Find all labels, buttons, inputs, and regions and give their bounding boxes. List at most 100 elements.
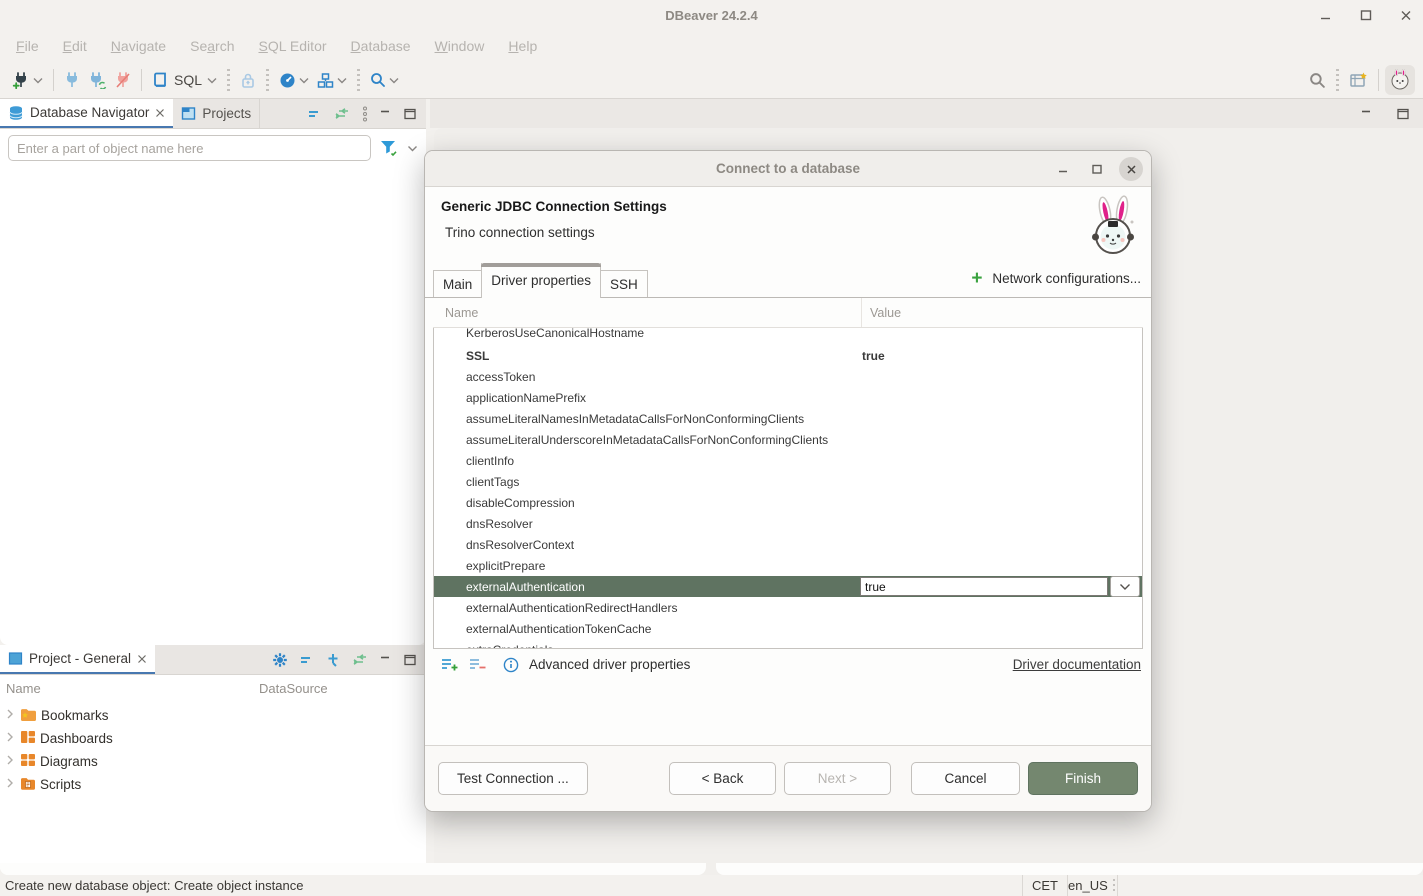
property-row[interactable]: externalAuthentication	[434, 576, 1142, 597]
collapse-all-icon[interactable]	[300, 655, 314, 665]
driver-documentation-link[interactable]: Driver documentation	[1013, 657, 1141, 672]
sql-editor-icon	[152, 71, 169, 89]
expand-all-icon[interactable]	[326, 653, 340, 667]
grip-handle[interactable]	[1112, 878, 1116, 896]
transaction-monitor-button[interactable]	[275, 68, 313, 93]
close-icon[interactable]	[1399, 8, 1413, 22]
network-configurations-button[interactable]: + Network configurations...	[971, 269, 1141, 288]
properties-list: KerberosUseCanonicalHostnameSSLtrue acces…	[433, 328, 1143, 648]
close-tab-icon[interactable]	[155, 108, 165, 118]
menu-help[interactable]: Help	[498, 34, 547, 58]
menu-sql-editor[interactable]: SQL Editor	[249, 34, 337, 58]
dialog-button-bar: Test Connection ... < Back Next > Cancel…	[425, 745, 1151, 811]
filter-funnel-icon[interactable]	[379, 139, 399, 157]
sql-editor-button[interactable]: SQL	[148, 67, 221, 93]
menu-navigate[interactable]: Navigate	[101, 34, 176, 58]
view-menu-icon[interactable]	[362, 106, 368, 122]
value-dropdown-button[interactable]	[1110, 576, 1140, 597]
remove-property-icon[interactable]	[469, 657, 487, 672]
dbeaver-avatar-button[interactable]	[1385, 65, 1415, 95]
search-button[interactable]	[366, 68, 403, 92]
dialog-close-icon[interactable]	[1119, 157, 1143, 181]
finish-button[interactable]: Finish	[1028, 762, 1138, 795]
menu-edit[interactable]: Edit	[53, 34, 97, 58]
quick-search-button[interactable]	[1305, 68, 1330, 93]
menu-search[interactable]: Search	[180, 34, 244, 58]
gear-icon[interactable]	[272, 652, 288, 668]
tree-item-dashboards[interactable]: Dashboards	[0, 727, 426, 750]
tab-label: Project - General	[29, 651, 131, 666]
next-button[interactable]: Next >	[784, 762, 891, 795]
search-icon	[370, 72, 386, 88]
property-row[interactable]: explicitPrepare	[434, 555, 1142, 576]
chevron-down-icon[interactable]	[407, 145, 418, 152]
chevron-right-icon[interactable]	[4, 708, 16, 723]
property-name: accessToken	[434, 370, 860, 384]
database-navigator-panel: Database Navigator Projects	[0, 99, 426, 645]
collapse-all-icon[interactable]	[308, 109, 322, 119]
property-row[interactable]: clientInfo	[434, 450, 1142, 471]
tab-main[interactable]: Main	[433, 270, 482, 298]
object-filter-input[interactable]	[8, 135, 371, 161]
maximize-panel-icon[interactable]	[404, 108, 416, 120]
reconnect-button[interactable]	[84, 68, 111, 93]
property-row[interactable]: applicationNamePrefix	[434, 387, 1142, 408]
connect-button[interactable]	[60, 68, 84, 93]
add-property-icon[interactable]	[441, 657, 459, 672]
tree-item-scripts[interactable]: Scripts	[0, 773, 426, 796]
chevron-right-icon[interactable]	[4, 754, 16, 769]
property-row[interactable]: extraCredentials	[434, 639, 1142, 648]
maximize-icon[interactable]	[1359, 8, 1373, 22]
menu-database[interactable]: Database	[341, 34, 421, 58]
plus-icon: +	[971, 269, 982, 288]
property-row[interactable]: externalAuthenticationTokenCache	[434, 618, 1142, 639]
minimize-icon[interactable]	[1319, 8, 1333, 22]
new-connection-button[interactable]	[8, 67, 47, 93]
menu-file[interactable]: File	[6, 34, 49, 58]
test-connection-button[interactable]: Test Connection ...	[438, 762, 588, 795]
maximize-panel-icon[interactable]	[404, 654, 416, 666]
menu-window[interactable]: Window	[425, 34, 495, 58]
open-perspective-button[interactable]	[1345, 67, 1372, 93]
property-row[interactable]: dnsResolver	[434, 513, 1142, 534]
chevron-right-icon[interactable]	[4, 731, 16, 746]
disconnect-button[interactable]	[111, 68, 135, 93]
property-row[interactable]: assumeLiteralNamesInMetadataCallsForNonC…	[434, 408, 1142, 429]
property-row[interactable]: dnsResolverContext	[434, 534, 1142, 555]
property-row[interactable]: externalAuthenticationRedirectHandlers	[434, 597, 1142, 618]
autocommit-button[interactable]	[236, 68, 260, 93]
tab-driver-properties[interactable]: Driver properties	[481, 263, 601, 298]
back-button[interactable]: < Back	[669, 762, 776, 795]
maximize-panel-icon[interactable]	[1397, 108, 1409, 120]
property-value-input[interactable]	[860, 577, 1108, 596]
cancel-button[interactable]: Cancel	[911, 762, 1020, 795]
link-editor-icon[interactable]	[334, 108, 350, 120]
dialog-titlebar: Connect to a database	[425, 151, 1151, 187]
tab-database-navigator[interactable]: Database Navigator	[0, 99, 173, 128]
tree-item-bookmarks[interactable]: Bookmarks	[0, 704, 426, 727]
locale-indicator[interactable]: en_US	[1059, 875, 1118, 896]
property-row[interactable]: assumeLiteralUnderscoreInMetadataCallsFo…	[434, 429, 1142, 450]
tab-ssh[interactable]: SSH	[600, 270, 648, 298]
network-configurations-label: Network configurations...	[992, 271, 1141, 286]
data-transfer-button[interactable]	[313, 68, 351, 93]
dialog-tabstrip: Main Driver properties SSH + Network con…	[425, 263, 1151, 298]
property-name: clientTags	[434, 475, 860, 489]
property-row[interactable]: accessToken	[434, 366, 1142, 387]
dialog-maximize-icon[interactable]	[1085, 157, 1109, 181]
link-editor-icon[interactable]	[352, 654, 368, 666]
property-row[interactable]: clientTags	[434, 471, 1142, 492]
minimize-panel-icon[interactable]	[1361, 109, 1373, 119]
property-row[interactable]: SSLtrue	[434, 345, 1142, 366]
tab-project-general[interactable]: Project - General	[0, 645, 155, 674]
dialog-minimize-icon[interactable]	[1051, 157, 1075, 181]
minimize-panel-icon[interactable]	[380, 109, 392, 119]
chevron-right-icon[interactable]	[4, 777, 16, 792]
close-tab-icon[interactable]	[137, 654, 147, 664]
minimize-panel-icon[interactable]	[380, 655, 392, 665]
tree-item-diagrams[interactable]: Diagrams	[0, 750, 426, 773]
property-row[interactable]: KerberosUseCanonicalHostname	[434, 328, 1142, 345]
tab-projects[interactable]: Projects	[173, 99, 260, 128]
property-row[interactable]: disableCompression	[434, 492, 1142, 513]
panel-bottom-edge	[716, 863, 1423, 875]
